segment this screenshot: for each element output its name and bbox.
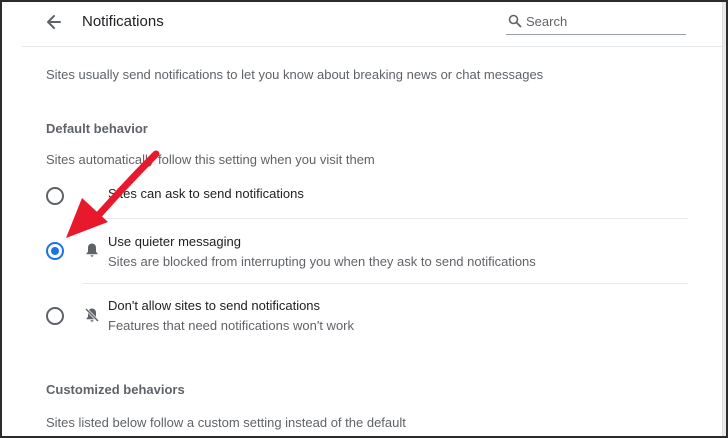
option-sublabel: Features that need notifications won't w… <box>108 318 355 333</box>
option-label: Don't allow sites to send notifications <box>108 298 321 313</box>
frame-border <box>0 0 2 438</box>
option-sites-can-ask[interactable]: Sites can ask to send notifications <box>44 178 688 218</box>
divider <box>22 46 722 47</box>
option-dont-allow[interactable]: Don't allow sites to send notifications … <box>44 287 688 347</box>
option-sublabel: Sites are blocked from interrupting you … <box>108 254 536 269</box>
option-quieter-messaging[interactable]: Use quieter messaging Sites are blocked … <box>44 222 688 282</box>
option-label: Sites can ask to send notifications <box>108 186 304 201</box>
option-divider <box>82 283 688 284</box>
search-field[interactable] <box>506 10 686 35</box>
radio-quieter-messaging[interactable] <box>46 242 64 260</box>
radio-sites-can-ask[interactable] <box>46 187 64 205</box>
customized-behaviors-description: Sites listed below follow a custom setti… <box>46 415 406 430</box>
option-divider <box>82 218 688 219</box>
bell-icon <box>86 243 98 257</box>
back-button[interactable] <box>44 12 64 32</box>
radio-dont-allow[interactable] <box>46 307 64 325</box>
default-behavior-description: Sites automatically follow this setting … <box>46 152 375 167</box>
default-behavior-heading: Default behavior <box>46 121 148 136</box>
option-label: Use quieter messaging <box>108 234 241 249</box>
frame-border <box>0 0 728 2</box>
bell-off-icon <box>84 307 100 323</box>
settings-panel: Notifications Sites usually send notific… <box>0 0 723 438</box>
page-title: Notifications <box>82 13 164 30</box>
customized-behaviors-heading: Customized behaviors <box>46 382 185 397</box>
arrow-left-icon <box>47 15 61 29</box>
search-icon <box>508 14 522 28</box>
search-input[interactable] <box>526 12 681 30</box>
intro-text: Sites usually send notifications to let … <box>46 67 544 82</box>
